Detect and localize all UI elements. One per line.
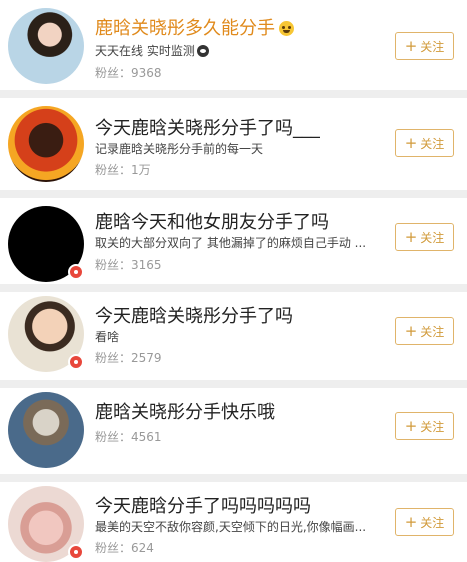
user-description: 看啥 (95, 330, 120, 344)
divider (0, 474, 467, 482)
avatar[interactable] (8, 392, 84, 468)
plus-icon: + (404, 512, 418, 531)
fans-count: 粉丝：4561 (95, 430, 162, 444)
plus-icon: + (404, 227, 418, 246)
user-name[interactable]: 今天鹿晗关晓彤分手了吗___ (95, 114, 320, 140)
follow-label: 关注 (420, 324, 445, 339)
verified-badge (68, 544, 84, 560)
user-description: 记录鹿晗关晓彤分手前的每一天 (95, 142, 264, 156)
user-name[interactable]: 今天鹿晗分手了吗吗吗吗吗 (95, 492, 311, 518)
fans-count: 粉丝：3165 (95, 258, 162, 272)
user-description: 天天在线 实时监测 (95, 42, 380, 59)
follow-label: 关注 (420, 419, 445, 434)
follow-button[interactable]: + 关注 (395, 32, 454, 60)
follow-button[interactable]: + 关注 (395, 223, 454, 251)
user-name[interactable]: 鹿晗今天和他女朋友分手了吗 (95, 208, 329, 234)
cry-emoji-icon (279, 21, 294, 36)
list-item[interactable]: 今天鹿晗分手了吗吗吗吗吗 最美的天空不敌你容颜,天空倾下的日光,你像幅画... … (0, 482, 467, 562)
follow-button[interactable]: + 关注 (395, 317, 454, 345)
user-description: 最美的天空不敌你容颜,天空倾下的日光,你像幅画... (95, 520, 367, 534)
divider (0, 380, 467, 388)
divider (0, 190, 467, 198)
verified-badge (68, 264, 84, 280)
follow-button[interactable]: + 关注 (395, 508, 454, 536)
fans-count: 粉丝：624 (95, 541, 154, 555)
divider (0, 90, 467, 98)
user-name[interactable]: 鹿晗关晓彤多久能分手 (95, 14, 294, 40)
avatar[interactable] (8, 106, 84, 182)
follow-button[interactable]: + 关注 (395, 412, 454, 440)
follow-label: 关注 (420, 39, 445, 54)
user-name[interactable]: 鹿晗关晓彤分手快乐哦 (95, 398, 275, 424)
user-description: 取关的大部分双向了 其他漏掉了的麻烦自己手动 ... (95, 236, 367, 250)
list-item[interactable]: 鹿晗今天和他女朋友分手了吗 取关的大部分双向了 其他漏掉了的麻烦自己手动 ...… (0, 198, 467, 288)
user-list: 鹿晗关晓彤多久能分手 天天在线 实时监测 粉丝：9368 + 关注 今天鹿晗关晓彤… (0, 0, 467, 562)
divider (0, 284, 467, 292)
list-item[interactable]: 今天鹿晗关晓彤分手了吗___ 记录鹿晗关晓彤分手前的每一天 粉丝：1万 + 关注 (0, 98, 467, 190)
follow-label: 关注 (420, 136, 445, 151)
plus-icon: + (404, 133, 418, 152)
avatar[interactable] (8, 8, 84, 84)
plus-icon: + (404, 321, 418, 340)
list-item[interactable]: 今天鹿晗关晓彤分手了吗 看啥 粉丝：2579 + 关注 (0, 292, 467, 380)
plus-icon: + (404, 36, 418, 55)
user-name[interactable]: 今天鹿晗关晓彤分手了吗 (95, 302, 293, 328)
follow-label: 关注 (420, 230, 445, 245)
eye-icon (196, 45, 209, 57)
verified-badge (68, 354, 84, 370)
fans-count: 粉丝：2579 (95, 351, 162, 365)
list-item[interactable]: 鹿晗关晓彤分手快乐哦 粉丝：4561 + 关注 (0, 388, 467, 478)
follow-button[interactable]: + 关注 (395, 129, 454, 157)
plus-icon: + (404, 416, 418, 435)
fans-count: 粉丝：9368 (95, 66, 162, 80)
list-item[interactable]: 鹿晗关晓彤多久能分手 天天在线 实时监测 粉丝：9368 + 关注 (0, 0, 467, 90)
fans-count: 粉丝：1万 (95, 163, 151, 177)
follow-label: 关注 (420, 515, 445, 530)
